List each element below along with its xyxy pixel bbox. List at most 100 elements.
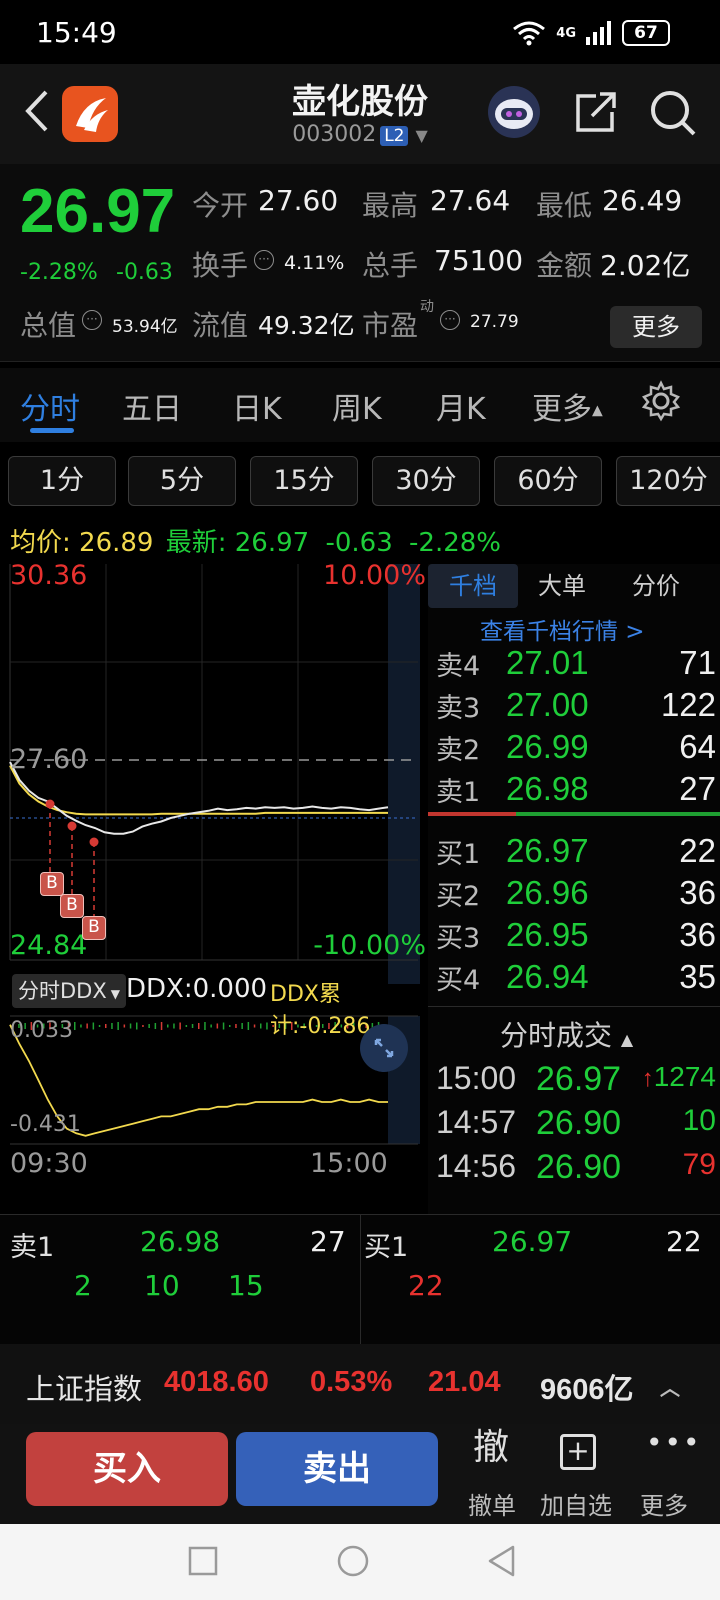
trade-price: 26.90 <box>536 1104 622 1142</box>
bid-volume: 22 <box>679 832 716 869</box>
trade-time: 14:56 <box>436 1148 517 1184</box>
level2-badge: L2 <box>380 126 409 146</box>
bid-label: 买2 <box>436 881 481 912</box>
buy-button[interactable]: 买入 <box>26 1432 228 1506</box>
low-label: 最低 <box>536 189 593 222</box>
turnover-label: 换手 <box>192 249 249 282</box>
index-amount: 9606亿 <box>540 1374 634 1406</box>
back-nav-icon[interactable] <box>486 1544 516 1578</box>
buy-marker[interactable]: B <box>82 916 106 940</box>
interval-30min-button[interactable]: 30分 <box>372 456 480 506</box>
tab-price-distribution[interactable]: 分价 <box>632 564 680 608</box>
more-label[interactable]: 更多 <box>640 1486 688 1521</box>
sell-strength-bar <box>428 812 516 816</box>
float-cap-label: 流值 <box>192 309 249 342</box>
tab-intraday[interactable]: 分时 <box>20 384 80 428</box>
ddx-bar <box>136 1022 138 1030</box>
ddx-bar <box>198 1023 200 1029</box>
add-watchlist-label[interactable]: 加自选 <box>540 1486 612 1521</box>
chevron-up-icon[interactable]: ︿ <box>660 1372 680 1401</box>
status-bar: 15:49 4G 67 <box>0 0 720 64</box>
ask-label: 卖2 <box>436 735 481 766</box>
queue-sell-price: 26.98 <box>140 1225 221 1258</box>
tab-more[interactable]: 更多▲ <box>532 384 603 428</box>
interval-120min-button[interactable]: 120分 <box>616 456 720 506</box>
x-axis-end: 15:00 <box>310 1148 388 1179</box>
buy-point <box>45 799 55 809</box>
indicator-selector[interactable]: 分时DDX ▼ <box>12 974 126 1008</box>
buy-marker[interactable]: B <box>60 894 84 918</box>
trade-volume-value: 1274 <box>653 1061 716 1092</box>
info-icon[interactable]: ··· <box>440 310 460 330</box>
ddx-bar <box>111 1023 113 1029</box>
ddx-bar <box>204 1022 206 1030</box>
caret-up-icon: ▲ <box>620 1030 634 1049</box>
trades-title[interactable]: 分时成交 ▲ <box>500 1014 633 1054</box>
ddx-bar <box>216 1023 219 1029</box>
home-icon[interactable] <box>336 1544 370 1578</box>
ask-row: 卖1 26.98 27 <box>436 770 716 812</box>
ask-row: 卖3 27.00 122 <box>436 686 716 728</box>
tab-more-label: 更多 <box>532 392 592 427</box>
tab-five-day[interactable]: 五日 <box>122 384 182 428</box>
info-icon[interactable]: ··· <box>254 250 274 270</box>
info-icon[interactable]: ··· <box>82 310 102 330</box>
tab-monthly-k[interactable]: 月K <box>436 384 486 428</box>
gear-icon[interactable] <box>640 380 682 422</box>
interval-5min-button[interactable]: 5分 <box>128 456 236 506</box>
search-icon[interactable] <box>648 88 698 138</box>
index-value: 4018.60 <box>164 1366 269 1398</box>
buy-marker[interactable]: B <box>40 872 64 896</box>
queue-buy-price: 26.97 <box>492 1225 573 1258</box>
open-label: 今开 <box>192 189 249 222</box>
interval-15min-button[interactable]: 15分 <box>250 456 358 506</box>
share-icon[interactable] <box>572 88 620 136</box>
y-axis-bottom-pct: -10.00% <box>313 930 426 961</box>
ddx-axis-bottom: -0.431 <box>10 1112 81 1137</box>
robot-assistant-icon[interactable] <box>486 84 542 140</box>
y-axis-top: 30.36 <box>10 560 88 591</box>
stock-code: 003002 <box>292 122 377 147</box>
ddx-bar <box>86 1023 88 1029</box>
ddx-bar <box>222 1022 225 1030</box>
ddx-bar <box>167 1024 169 1028</box>
more-icon[interactable]: ••• <box>646 1426 702 1459</box>
trades-title-label: 分时成交 <box>500 1019 613 1052</box>
trade-time: 15:00 <box>436 1060 517 1096</box>
ddx-bar <box>191 1024 194 1028</box>
ddx-bar <box>154 1023 157 1029</box>
quote-more-button[interactable]: 更多 <box>610 306 702 348</box>
amount-value: 2.02亿 <box>600 249 691 282</box>
ddx-bar <box>80 1024 82 1028</box>
high-value: 27.64 <box>430 184 511 217</box>
tab-large-orders[interactable]: 大单 <box>538 564 586 608</box>
tab-thousand-levels[interactable]: 千档 <box>428 564 518 608</box>
avg-value: 26.89 <box>79 528 154 558</box>
interval-60min-button[interactable]: 60分 <box>494 456 602 506</box>
intraday-chart[interactable]: 30.36 10.00% 27.60 24.84 -10.00% B B B 分… <box>8 560 428 1196</box>
ddx-bar <box>179 1022 181 1030</box>
ddx-bar <box>266 1022 268 1030</box>
trade-volume: ↑1274 <box>642 1060 716 1094</box>
back-icon[interactable] <box>18 86 58 136</box>
add-watchlist-icon[interactable]: + <box>560 1434 596 1470</box>
signal-icon <box>586 21 611 45</box>
fullscreen-icon[interactable] <box>360 1024 408 1072</box>
app-logo[interactable] <box>62 86 118 142</box>
ddx-bar <box>247 1022 250 1030</box>
view-levels-link[interactable]: 查看千档行情 > <box>480 612 645 646</box>
interval-1min-button[interactable]: 1分 <box>8 456 116 506</box>
sell-button[interactable]: 卖出 <box>236 1432 438 1506</box>
tab-indicator <box>30 428 74 433</box>
index-change: 21.04 <box>428 1366 501 1398</box>
tab-daily-k[interactable]: 日K <box>232 384 282 428</box>
stock-code-row[interactable]: 003002 L2 ▼ <box>220 122 500 147</box>
ddx-bar <box>117 1022 119 1030</box>
market-cap-value: 53.94亿 <box>112 317 178 337</box>
ddx-bar <box>235 1024 237 1028</box>
stock-name: 壶化股份 <box>292 82 428 122</box>
tab-weekly-k[interactable]: 周K <box>332 384 382 428</box>
recents-icon[interactable] <box>188 1546 218 1576</box>
volume-label: 总手 <box>362 249 419 282</box>
up-arrow-icon: ↑ <box>641 1065 654 1092</box>
